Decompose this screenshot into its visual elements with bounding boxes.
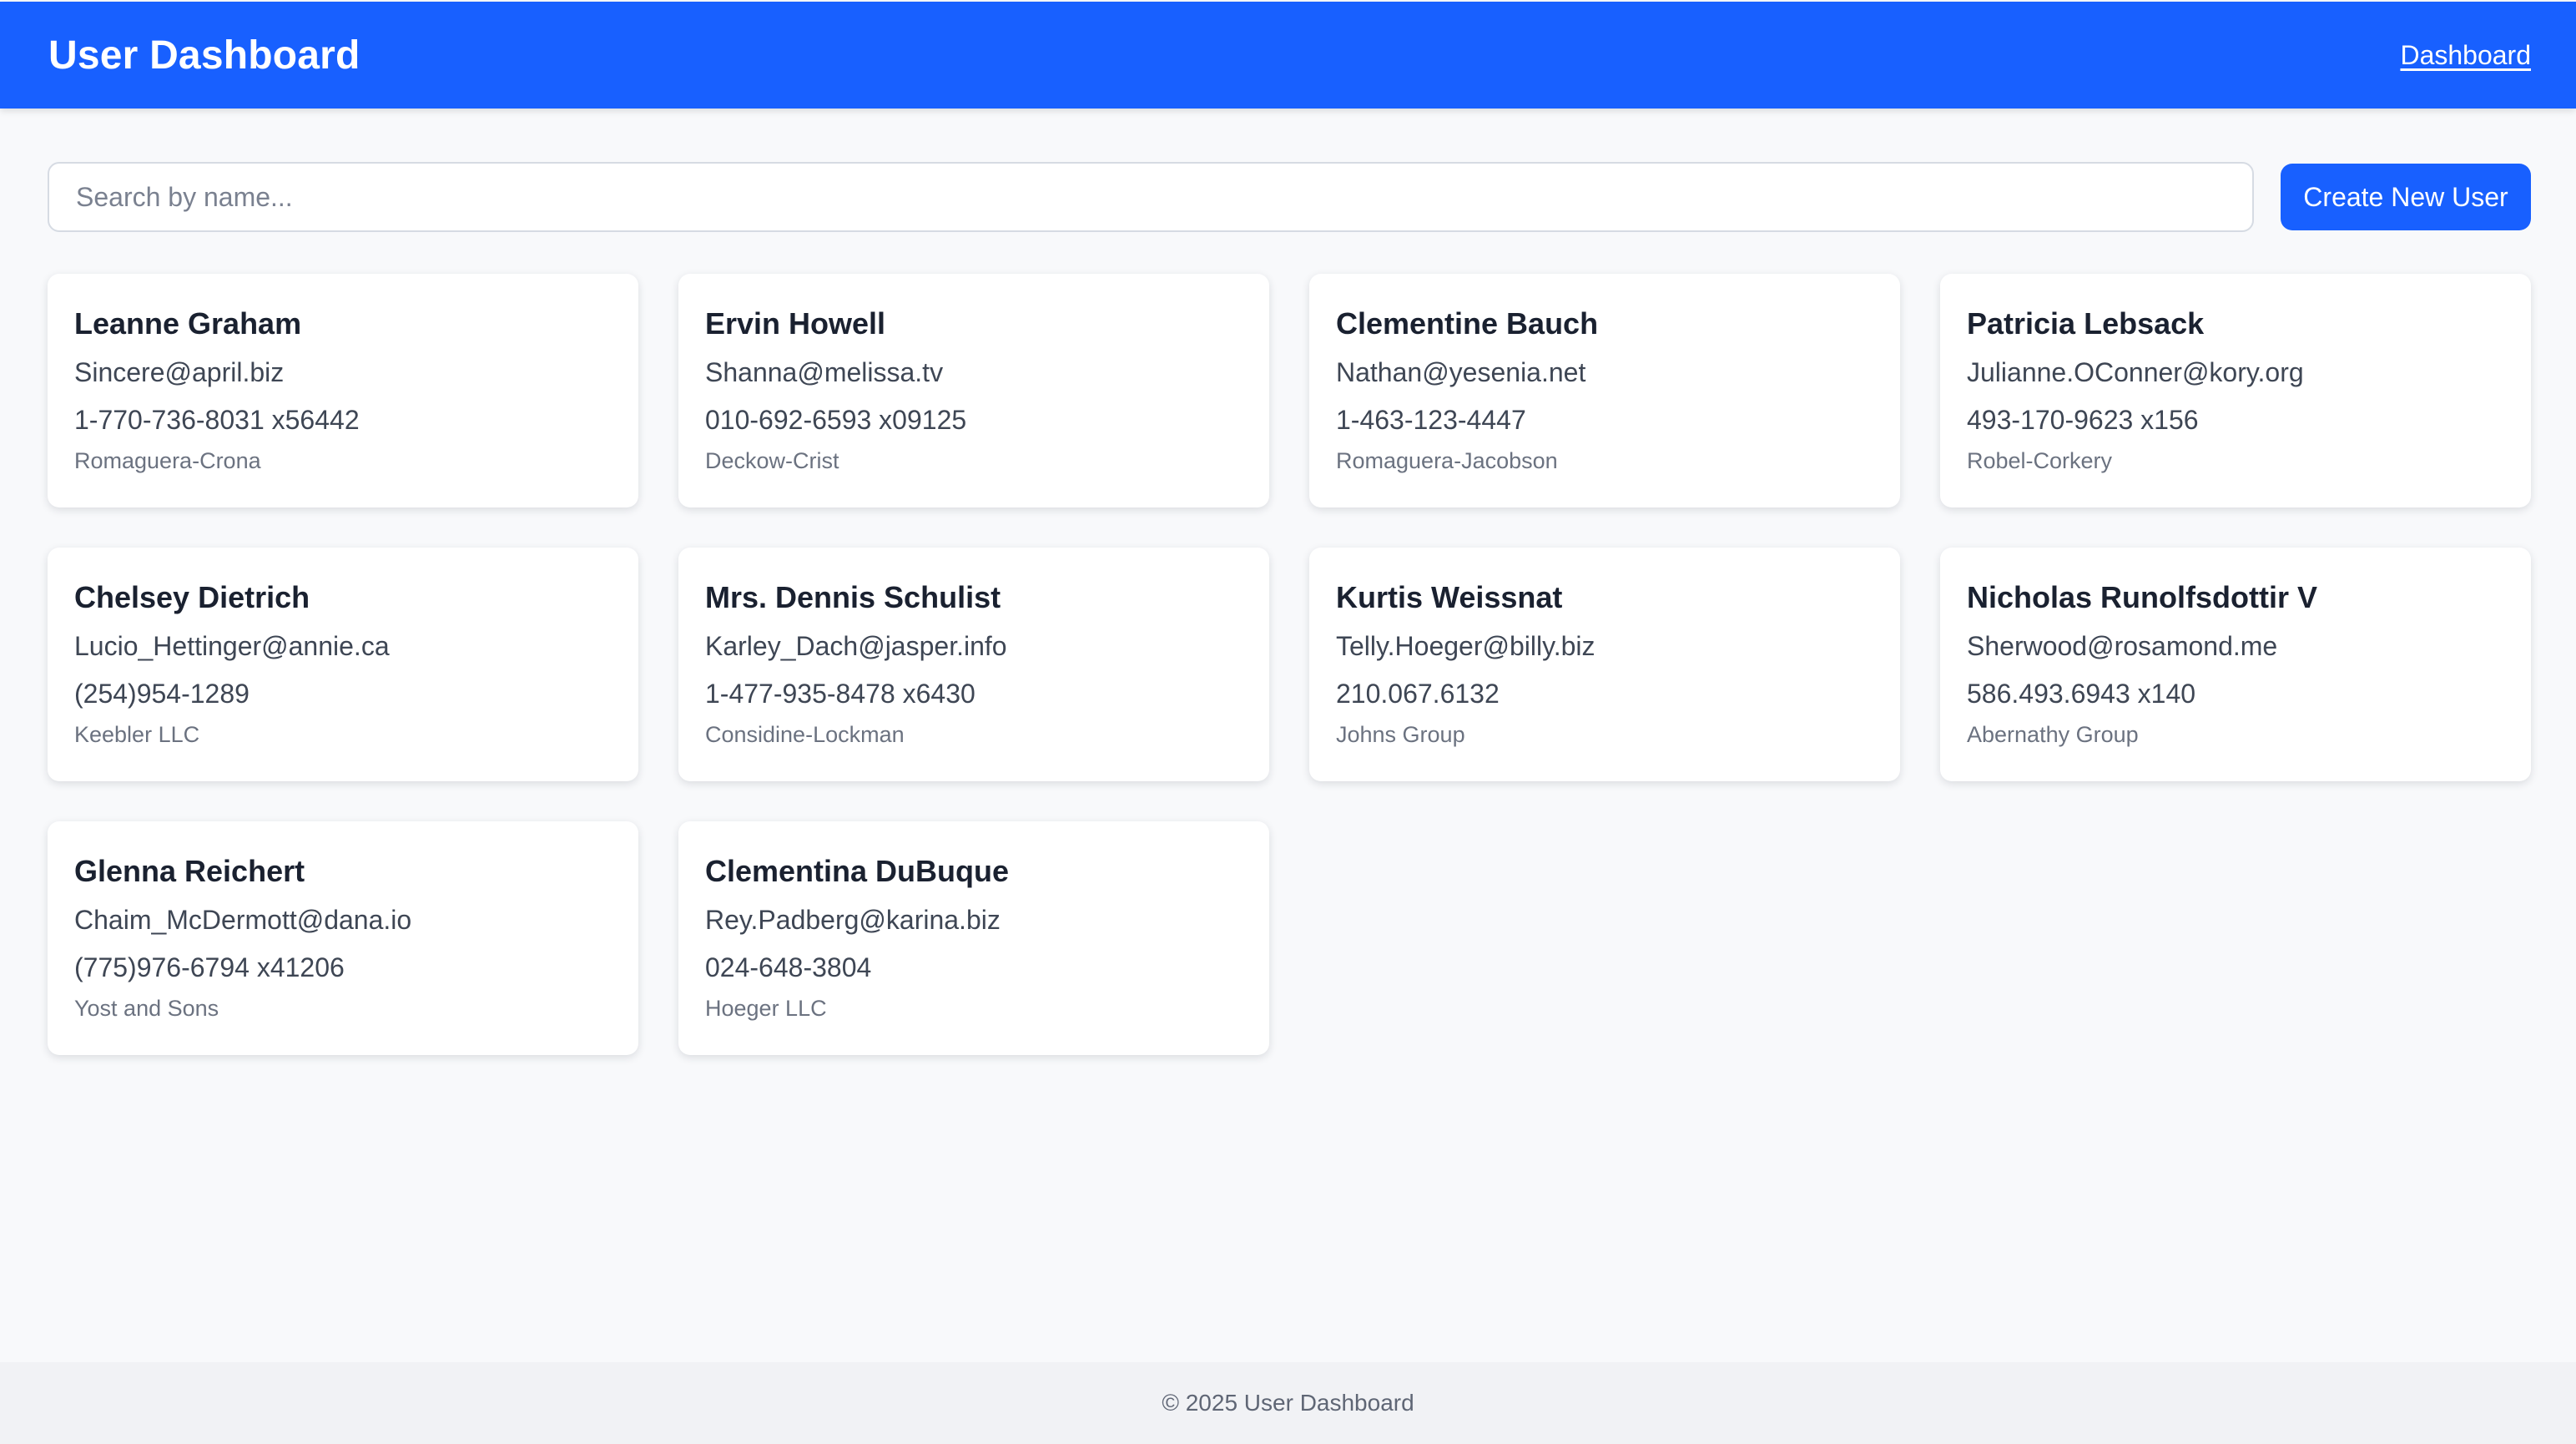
- user-phone: 024-648-3804: [705, 952, 872, 982]
- user-card[interactable]: Glenna Reichert Chaim_McDermott@dana.io …: [48, 821, 638, 1055]
- user-phone: 1-770-736-8031 x56442: [74, 404, 360, 435]
- user-phone: (254)954-1289: [74, 678, 250, 709]
- user-card[interactable]: Clementine Bauch Nathan@yesenia.net 1-46…: [1309, 274, 1900, 507]
- page: User Dashboard Dashboard Create New User…: [0, 0, 2576, 1444]
- user-company: Deckow-Crist: [705, 447, 839, 473]
- user-phone: 1-477-935-8478 x6430: [705, 678, 975, 709]
- footer-copyright: © 2025 User Dashboard: [1162, 1390, 1414, 1416]
- user-name: Patricia Lebsack: [1967, 306, 2205, 341]
- user-card-grid: Leanne Graham Sincere@april.biz 1-770-73…: [48, 274, 2531, 1055]
- user-name: Clementina DuBuque: [705, 854, 1010, 888]
- user-email: Lucio_Hettinger@annie.ca: [74, 631, 390, 662]
- toolbar: Create New User: [48, 162, 2531, 232]
- user-company: Romaguera-Crona: [74, 447, 261, 473]
- user-card[interactable]: Patricia Lebsack Julianne.OConner@kory.o…: [1940, 274, 2531, 507]
- user-company: Abernathy Group: [1967, 721, 2139, 747]
- user-card[interactable]: Leanne Graham Sincere@april.biz 1-770-73…: [48, 274, 638, 507]
- user-phone: (775)976-6794 x41206: [74, 952, 345, 982]
- user-name: Ervin Howell: [705, 306, 886, 341]
- user-company: Hoeger LLC: [705, 995, 827, 1021]
- dashboard-nav-link[interactable]: Dashboard: [2400, 40, 2531, 71]
- user-phone: 493-170-9623 x156: [1967, 404, 2199, 435]
- user-company: Robel-Corkery: [1967, 447, 2113, 473]
- user-name: Nicholas Runolfsdottir V: [1967, 580, 2318, 614]
- user-email: Nathan@yesenia.net: [1336, 357, 1586, 388]
- user-name: Clementine Bauch: [1336, 306, 1599, 341]
- user-card[interactable]: Ervin Howell Shanna@melissa.tv 010-692-6…: [678, 274, 1269, 507]
- search-input[interactable]: [48, 162, 2254, 232]
- user-company: Keebler LLC: [74, 721, 200, 747]
- user-card[interactable]: Chelsey Dietrich Lucio_Hettinger@annie.c…: [48, 548, 638, 781]
- user-name: Glenna Reichert: [74, 854, 305, 888]
- user-card[interactable]: Mrs. Dennis Schulist Karley_Dach@jasper.…: [678, 548, 1269, 781]
- user-card[interactable]: Nicholas Runolfsdottir V Sherwood@rosamo…: [1940, 548, 2531, 781]
- user-name: Chelsey Dietrich: [74, 580, 310, 614]
- app-header: User Dashboard Dashboard: [0, 2, 2576, 109]
- user-company: Johns Group: [1336, 721, 1465, 747]
- user-email: Chaim_McDermott@dana.io: [74, 905, 412, 936]
- user-phone: 1-463-123-4447: [1336, 404, 1526, 435]
- user-email: Telly.Hoeger@billy.biz: [1336, 631, 1596, 662]
- user-email: Sherwood@rosamond.me: [1967, 631, 2278, 662]
- user-card[interactable]: Kurtis Weissnat Telly.Hoeger@billy.biz 2…: [1309, 548, 1900, 781]
- user-email: Julianne.OConner@kory.org: [1967, 357, 2304, 388]
- user-email: Sincere@april.biz: [74, 357, 285, 388]
- user-company: Considine-Lockman: [705, 721, 905, 747]
- create-new-user-button[interactable]: Create New User: [2281, 164, 2531, 230]
- user-email: Rey.Padberg@karina.biz: [705, 905, 1001, 936]
- user-phone: 010-692-6593 x09125: [705, 404, 967, 435]
- user-email: Shanna@melissa.tv: [705, 357, 944, 388]
- page-footer: © 2025 User Dashboard: [0, 1362, 2576, 1444]
- app-title: User Dashboard: [48, 33, 360, 78]
- user-name: Leanne Graham: [74, 306, 302, 341]
- user-company: Romaguera-Jacobson: [1336, 447, 1558, 473]
- user-email: Karley_Dach@jasper.info: [705, 631, 1007, 662]
- user-name: Mrs. Dennis Schulist: [705, 580, 1001, 614]
- user-phone: 210.067.6132: [1336, 678, 1500, 709]
- user-name: Kurtis Weissnat: [1336, 580, 1563, 614]
- user-phone: 586.493.6943 x140: [1967, 678, 2196, 709]
- user-company: Yost and Sons: [74, 995, 219, 1021]
- user-card[interactable]: Clementina DuBuque Rey.Padberg@karina.bi…: [678, 821, 1269, 1055]
